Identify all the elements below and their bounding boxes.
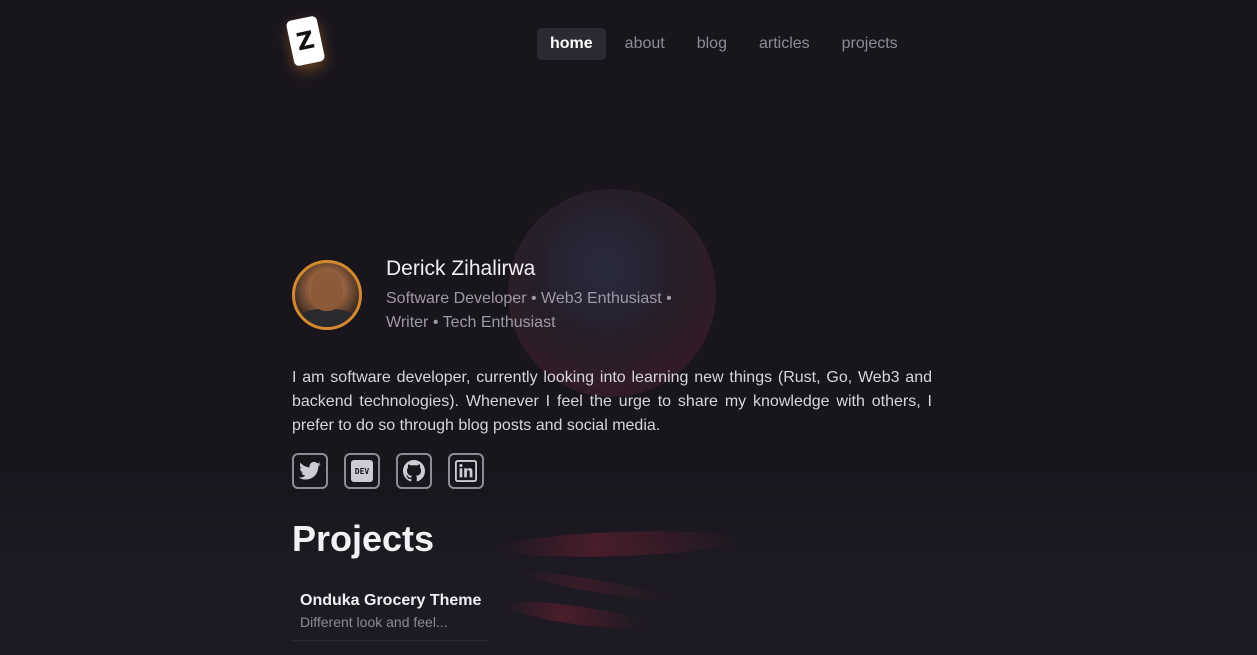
- github-link[interactable]: [396, 453, 432, 489]
- profile-tagline: Software Developer • Web3 Enthusiast • W…: [386, 290, 672, 331]
- social-links: DEV: [292, 453, 500, 489]
- avatar-shirt: [299, 309, 355, 327]
- project-title: Onduka Grocery Theme: [300, 592, 482, 609]
- project-card[interactable]: Onduka Grocery Theme Different look and …: [292, 584, 490, 641]
- nav-home[interactable]: home: [537, 28, 606, 60]
- logo-letter: Z: [294, 25, 317, 57]
- linkedin-icon: [455, 460, 477, 482]
- profile-bio: I am software developer, currently looki…: [292, 369, 932, 434]
- avatar: [292, 260, 362, 330]
- avatar-face: [311, 271, 343, 311]
- profile-name: Derick Zihalirwa: [386, 257, 536, 280]
- page: Z home about blog articles projects Deri…: [0, 0, 1257, 655]
- nav-articles[interactable]: articles: [746, 28, 823, 60]
- twitter-link[interactable]: [292, 453, 328, 489]
- nav-about[interactable]: about: [612, 28, 678, 60]
- project-description: Different look and feel...: [300, 614, 448, 630]
- github-icon: [403, 460, 425, 482]
- main-nav: home about blog articles projects: [537, 28, 917, 60]
- linkedin-link[interactable]: [448, 453, 484, 489]
- projects-heading: Projects: [292, 518, 435, 559]
- nav-projects[interactable]: projects: [829, 28, 911, 60]
- twitter-icon: [299, 461, 321, 480]
- dev-icon: DEV: [351, 460, 373, 482]
- site-logo[interactable]: Z: [285, 15, 326, 67]
- nav-blog[interactable]: blog: [684, 28, 740, 60]
- dev-link[interactable]: DEV: [344, 453, 380, 489]
